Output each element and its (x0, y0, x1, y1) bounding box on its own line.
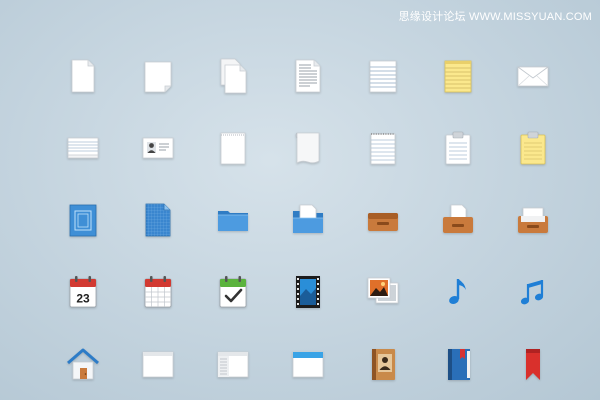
icon-cell-lined-notepad[interactable] (345, 40, 420, 112)
home-icon (66, 348, 99, 380)
icon-cell-calendar[interactable]: 23 (45, 256, 120, 328)
icon-cell-perforated-notepad[interactable] (195, 112, 270, 184)
icon-cell-text-document[interactable] (270, 40, 345, 112)
lined-notepad-icon (369, 60, 396, 93)
icon-cell-home[interactable] (45, 328, 120, 400)
icon-cell-spiral-notepad[interactable] (345, 112, 420, 184)
blueprint-document-icon (69, 204, 96, 237)
text-document-icon (295, 59, 320, 93)
icon-cell-inbox-tray[interactable] (495, 184, 570, 256)
icon-cell-calendar-grid[interactable] (120, 256, 195, 328)
icon-cell-folder-with-document[interactable] (270, 184, 345, 256)
blank-window-icon (142, 351, 173, 378)
icon-cell-bookmarked-book[interactable] (420, 328, 495, 400)
yellow-clipboard-icon (520, 131, 545, 165)
browser-window-icon (292, 351, 323, 378)
clipboard-icon (445, 131, 470, 165)
address-book-icon (371, 349, 395, 380)
icon-cell-film-strip[interactable] (270, 256, 345, 328)
multiple-documents-icon (220, 58, 246, 94)
tray-with-documents-icon (442, 204, 473, 233)
bookmarked-book-icon (447, 349, 470, 380)
icon-cell-red-bookmark[interactable] (495, 328, 570, 400)
icon-cell-music-notes[interactable] (495, 256, 570, 328)
perforated-notepad-icon (220, 132, 245, 165)
calendar-day-number: 23 (76, 292, 90, 306)
blue-folder-icon (217, 211, 248, 231)
icon-cell-wooden-tray[interactable] (345, 184, 420, 256)
film-strip-icon (295, 276, 320, 308)
music-note-icon (448, 279, 466, 304)
icon-cell-address-book[interactable] (345, 328, 420, 400)
icon-cell-yellow-clipboard[interactable] (495, 112, 570, 184)
inbox-tray-icon (517, 207, 548, 233)
calendar-grid-icon (144, 276, 171, 308)
photos-icon (367, 277, 398, 304)
icon-cell-contact-card[interactable] (120, 112, 195, 184)
red-bookmark-icon (525, 349, 540, 380)
icon-cell-blueprint-document[interactable] (45, 184, 120, 256)
icon-cell-folded-corner-document[interactable] (120, 40, 195, 112)
icon-cell-photos[interactable] (345, 256, 420, 328)
yellow-legal-pad-icon (444, 60, 471, 93)
folded-corner-document-icon (144, 61, 171, 93)
calendar-icon: 23 (69, 276, 96, 308)
folder-with-document-icon (292, 204, 323, 233)
icon-cell-yellow-legal-pad[interactable] (420, 40, 495, 112)
icon-cell-multiple-documents[interactable] (195, 40, 270, 112)
blueprint-folded-document-icon (145, 203, 170, 237)
contact-card-icon (142, 137, 173, 159)
sidebar-window-icon (217, 351, 248, 378)
spiral-notepad-icon (370, 133, 395, 165)
icon-cell-envelope[interactable] (495, 40, 570, 112)
icon-cell-stacked-sheets[interactable] (45, 112, 120, 184)
watermark: 思缘设计论坛 WWW.MISSYUAN.COM (398, 11, 592, 23)
stacked-sheets-icon (67, 137, 98, 159)
curled-paper-icon (295, 132, 319, 164)
icon-cell-blank-window[interactable] (120, 328, 195, 400)
icon-cell-curled-paper[interactable] (270, 112, 345, 184)
icon-cell-tray-with-documents[interactable] (420, 184, 495, 256)
wooden-tray-icon (367, 213, 398, 231)
icon-cell-blank-document[interactable] (45, 40, 120, 112)
envelope-icon (517, 66, 548, 87)
icon-cell-blue-folder[interactable] (195, 184, 270, 256)
icon-cell-calendar-check[interactable] (195, 256, 270, 328)
icon-cell-browser-window[interactable] (270, 328, 345, 400)
music-notes-icon (520, 280, 543, 305)
icon-cell-clipboard[interactable] (420, 112, 495, 184)
calendar-check-icon (219, 276, 246, 308)
icon-cell-sidebar-window[interactable] (195, 328, 270, 400)
blank-document-icon (71, 59, 94, 93)
icon-grid: 23 (45, 40, 570, 400)
icon-cell-music-note[interactable] (420, 256, 495, 328)
icon-cell-blueprint-folded-document[interactable] (120, 184, 195, 256)
